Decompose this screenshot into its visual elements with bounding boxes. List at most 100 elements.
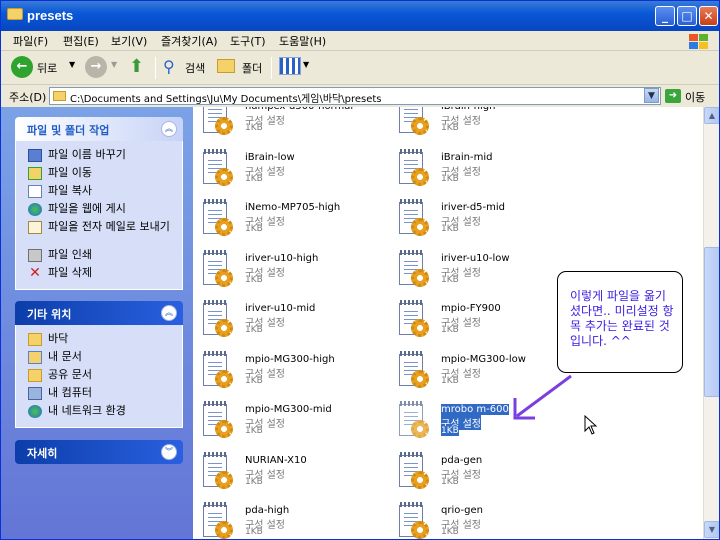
scroll-down-icon[interactable]: ▼ xyxy=(704,521,719,538)
maximize-button[interactable]: □ xyxy=(677,6,697,26)
task-label: 파일 이름 바꾸기 xyxy=(48,148,126,161)
file-item[interactable]: iBrain-mid 구성 설정 1KB xyxy=(389,146,579,194)
file-item[interactable]: iriver-d5-mid 구성 설정 1KB xyxy=(389,196,579,244)
address-bar: 주소(D) C:\Documents and Settings\Ju\My Do… xyxy=(1,85,719,107)
file-tasks-panel: 파일 및 폴더 작업 ︽ 파일 이름 바꾸기 파일 이동 파일 복사 파일을 웹… xyxy=(15,117,183,290)
minimize-button[interactable]: _ xyxy=(655,6,675,26)
expand-chevron-icon[interactable]: ︾ xyxy=(161,444,177,460)
delete-icon: ✕ xyxy=(29,265,41,281)
file-item[interactable]: mpio-FY900 구성 설정 1KB xyxy=(389,297,579,345)
place-item[interactable]: 바닥 xyxy=(26,331,182,349)
place-item[interactable]: 내 네트워크 환경 xyxy=(26,403,182,421)
file-size: 1KB xyxy=(245,173,263,184)
close-button[interactable]: ✕ xyxy=(699,6,718,26)
network-icon xyxy=(28,405,42,418)
file-item[interactable]: pda-high 구성 설정 1KB xyxy=(193,499,383,539)
up-folder-icon[interactable]: ⬆ xyxy=(129,56,144,77)
task-publish-web[interactable]: 파일을 웹에 게시 xyxy=(26,201,182,219)
task-delete[interactable]: ✕ 파일 삭제 xyxy=(26,265,182,283)
details-title: 자세히 xyxy=(27,447,58,460)
menu-view[interactable]: 보기(V) xyxy=(111,33,147,49)
file-size: 1KB xyxy=(441,375,459,386)
config-file-icon xyxy=(397,148,431,188)
vertical-scrollbar[interactable]: ▲ ▼ xyxy=(703,107,719,539)
file-name: mpio-MG300-low xyxy=(441,353,526,365)
rename-icon xyxy=(28,149,42,162)
config-file-icon xyxy=(201,501,235,539)
place-label: 내 컴퓨터 xyxy=(48,386,92,399)
file-item[interactable]: NURIAN-X10 구성 설정 1KB xyxy=(193,449,383,497)
forward-dropdown-icon[interactable]: ▼ xyxy=(111,60,117,69)
place-label: 공유 문서 xyxy=(48,368,92,381)
menu-edit[interactable]: 편집(E) xyxy=(63,33,99,49)
windows-logo-icon xyxy=(685,31,711,51)
file-item[interactable]: hampex-d500-normal구성 설정1KB xyxy=(193,107,383,143)
views-dropdown-icon[interactable]: ▼ xyxy=(303,60,309,69)
back-arrow-icon[interactable]: ← xyxy=(11,56,33,78)
config-file-icon xyxy=(201,350,235,390)
file-item[interactable]: qrio-gen 구성 설정 1KB xyxy=(389,499,579,539)
menu-tools[interactable]: 도구(T) xyxy=(230,33,266,49)
address-field[interactable]: C:\Documents and Settings\Ju\My Document… xyxy=(49,87,661,105)
place-item[interactable]: 내 컴퓨터 xyxy=(26,385,182,403)
folder-icon xyxy=(28,333,42,346)
scroll-thumb[interactable] xyxy=(704,247,719,397)
file-tasks-title: 파일 및 폴더 작업 xyxy=(27,124,110,137)
menu-bar: 파일(F) 편집(E) 보기(V) 즐겨찾기(A) 도구(T) 도움말(H) xyxy=(1,31,719,51)
menu-file[interactable]: 파일(F) xyxy=(13,33,48,49)
views-icon[interactable] xyxy=(279,57,301,75)
file-item[interactable]: iNemo-MP705-high 구성 설정 1KB xyxy=(193,196,383,244)
task-label: 파일을 웹에 게시 xyxy=(48,202,126,215)
task-move[interactable]: 파일 이동 xyxy=(26,165,182,183)
file-tasks-header[interactable]: 파일 및 폴더 작업 ︽ xyxy=(15,117,183,141)
file-size: 1KB xyxy=(441,173,459,184)
place-item[interactable]: 내 문서 xyxy=(26,349,182,367)
menu-favorites[interactable]: 즐겨찾기(A) xyxy=(161,33,218,49)
search-icon[interactable]: ⚲ xyxy=(163,57,175,76)
file-name: iriver-d5-mid xyxy=(441,202,506,213)
collapse-chevron-icon[interactable]: ︽ xyxy=(161,121,177,137)
file-item[interactable]: mpio-MG300-high 구성 설정 1KB xyxy=(193,348,383,396)
scroll-up-icon[interactable]: ▲ xyxy=(704,107,719,124)
file-item[interactable]: iBrain-high구성 설정1KB xyxy=(389,107,579,143)
task-pane: 파일 및 폴더 작업 ︽ 파일 이름 바꾸기 파일 이동 파일 복사 파일을 웹… xyxy=(1,107,193,539)
address-dropdown-icon[interactable]: ▼ xyxy=(644,88,659,103)
file-item[interactable]: pda-gen 구성 설정 1KB xyxy=(389,449,579,497)
file-item[interactable]: iBrain-low 구성 설정 1KB xyxy=(193,146,383,194)
details-header[interactable]: 자세히 ︾ xyxy=(15,440,183,464)
forward-arrow-icon[interactable]: → xyxy=(85,56,107,78)
go-button[interactable]: 이동 xyxy=(685,89,705,105)
menu-help[interactable]: 도움말(H) xyxy=(279,33,326,49)
back-button[interactable]: 뒤로 xyxy=(37,60,57,76)
config-file-icon xyxy=(397,451,431,491)
window-title: presets xyxy=(27,8,74,23)
explorer-window: presets _ □ ✕ 파일(F) 편집(E) 보기(V) 즐겨찾기(A) … xyxy=(0,0,720,540)
address-path: C:\Documents and Settings\Ju\My Document… xyxy=(70,94,382,105)
title-bar[interactable]: presets _ □ ✕ xyxy=(1,1,719,31)
file-item[interactable]: iriver-u10-low 구성 설정 1KB xyxy=(389,247,579,295)
task-print[interactable]: 파일 인쇄 xyxy=(26,247,182,265)
config-file-icon xyxy=(397,249,431,289)
file-name: NURIAN-X10 xyxy=(245,454,307,466)
config-file-icon xyxy=(397,299,431,339)
task-copy[interactable]: 파일 복사 xyxy=(26,183,182,201)
folders-icon[interactable] xyxy=(217,59,235,73)
file-item[interactable]: iriver-u10-high 구성 설정 1KB xyxy=(193,247,383,295)
search-button[interactable]: 검색 xyxy=(185,60,205,76)
file-name: qrio-gen xyxy=(441,505,483,516)
collapse-chevron-icon[interactable]: ︽ xyxy=(161,305,177,321)
file-item[interactable]: mpio-MG300-mid 구성 설정 1KB xyxy=(193,398,383,446)
file-size: 1KB xyxy=(245,527,263,537)
task-label: 파일 삭제 xyxy=(48,266,92,279)
annotation-arrow-icon xyxy=(513,374,572,420)
task-email[interactable]: 파일을 전자 메일로 보내기 xyxy=(26,219,182,247)
config-file-icon xyxy=(201,148,235,188)
other-places-header[interactable]: 기타 위치 ︽ xyxy=(15,301,183,325)
file-item[interactable]: iriver-u10-mid 구성 설정 1KB xyxy=(193,297,383,345)
back-dropdown-icon[interactable]: ▼ xyxy=(69,60,75,69)
go-arrow-icon[interactable]: ➜ xyxy=(665,89,681,103)
config-file-icon xyxy=(397,501,431,539)
task-rename[interactable]: 파일 이름 바꾸기 xyxy=(26,147,182,165)
folders-button[interactable]: 폴더 xyxy=(242,60,262,76)
place-item[interactable]: 공유 문서 xyxy=(26,367,182,385)
